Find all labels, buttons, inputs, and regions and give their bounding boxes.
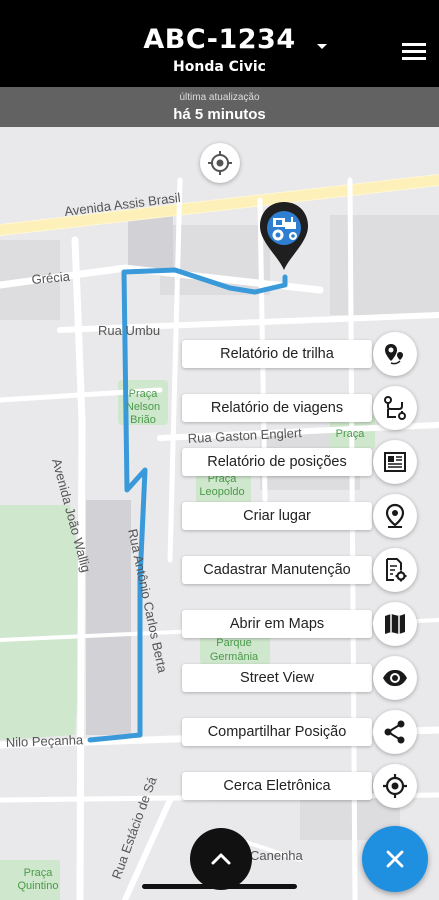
place-label: Germânia <box>210 651 259 663</box>
share-icon <box>384 720 405 744</box>
place-label: Praça <box>336 428 366 440</box>
action-label-compartilhar-posicao[interactable]: Compartilhar Posição <box>182 718 372 746</box>
street-label: Canenha <box>250 848 304 863</box>
geofence-icon <box>383 774 407 798</box>
tractor-icon <box>267 211 301 245</box>
last-update-bar: última atualização há 5 minutos <box>0 87 439 127</box>
action-label-relatorio-trilha[interactable]: Relatório de trilha <box>182 340 372 368</box>
action-label-cadastrar-manutencao[interactable]: Cadastrar Manutenção <box>182 556 372 584</box>
action-button-cadastrar-manutencao[interactable] <box>373 548 417 592</box>
close-icon <box>386 850 404 868</box>
place-label: Brião <box>130 414 156 426</box>
eye-icon <box>383 670 407 686</box>
action-button-abrir-maps[interactable] <box>373 602 417 646</box>
action-label-relatorio-viagens[interactable]: Relatório de viagens <box>182 394 372 422</box>
action-button-relatorio-posicoes[interactable] <box>373 440 417 484</box>
street-label: Nilo Peçanha <box>6 732 85 750</box>
recenter-button[interactable] <box>200 143 240 183</box>
trip-route-icon <box>384 396 406 420</box>
action-button-relatorio-viagens[interactable] <box>373 386 417 430</box>
place-label: Quintino <box>18 880 59 892</box>
chevron-down-icon[interactable] <box>312 36 332 56</box>
action-label-abrir-maps[interactable]: Abrir em Maps <box>182 610 372 638</box>
hamburger-menu-icon[interactable] <box>401 40 427 62</box>
place-label: Praça <box>129 388 159 400</box>
action-button-relatorio-trilha[interactable] <box>373 332 417 376</box>
action-label-street-view[interactable]: Street View <box>182 664 372 692</box>
close-menu-fab[interactable] <box>362 826 428 892</box>
location-pin-icon <box>385 503 405 528</box>
vehicle-marker[interactable] <box>258 200 310 272</box>
action-button-cerca-eletronica[interactable] <box>373 764 417 808</box>
last-update-value: há 5 minutos <box>173 106 266 123</box>
crosshair-icon <box>208 151 232 175</box>
action-label-criar-lugar[interactable]: Criar lugar <box>182 502 372 530</box>
chevron-up-icon <box>211 853 231 865</box>
expand-panel-button[interactable] <box>190 828 252 890</box>
last-update-label: última atualização <box>179 92 260 103</box>
app-header: ABC-1234 Honda Civic <box>0 0 439 87</box>
vehicle-plate[interactable]: ABC-1234 <box>0 24 439 55</box>
route-pin-icon <box>385 344 403 365</box>
action-button-compartilhar-posicao[interactable] <box>373 710 417 754</box>
action-label-cerca-eletronica[interactable]: Cerca Eletrônica <box>182 772 372 800</box>
home-indicator[interactable] <box>142 884 297 889</box>
action-label-relatorio-posicoes[interactable]: Relatório de posições <box>182 448 372 476</box>
place-label: Leopoldo <box>199 486 244 498</box>
street-label: Rua Umbu <box>98 323 160 338</box>
vehicle-model: Honda Civic <box>173 59 266 75</box>
document-gear-icon <box>386 558 407 582</box>
map-icon <box>385 614 405 634</box>
place-label: Parque <box>216 637 251 649</box>
place-label: Praça <box>24 867 54 879</box>
place-label: Nelson <box>126 401 160 413</box>
newspaper-icon <box>384 452 406 472</box>
action-button-criar-lugar[interactable] <box>373 494 417 538</box>
action-button-street-view[interactable] <box>373 656 417 700</box>
